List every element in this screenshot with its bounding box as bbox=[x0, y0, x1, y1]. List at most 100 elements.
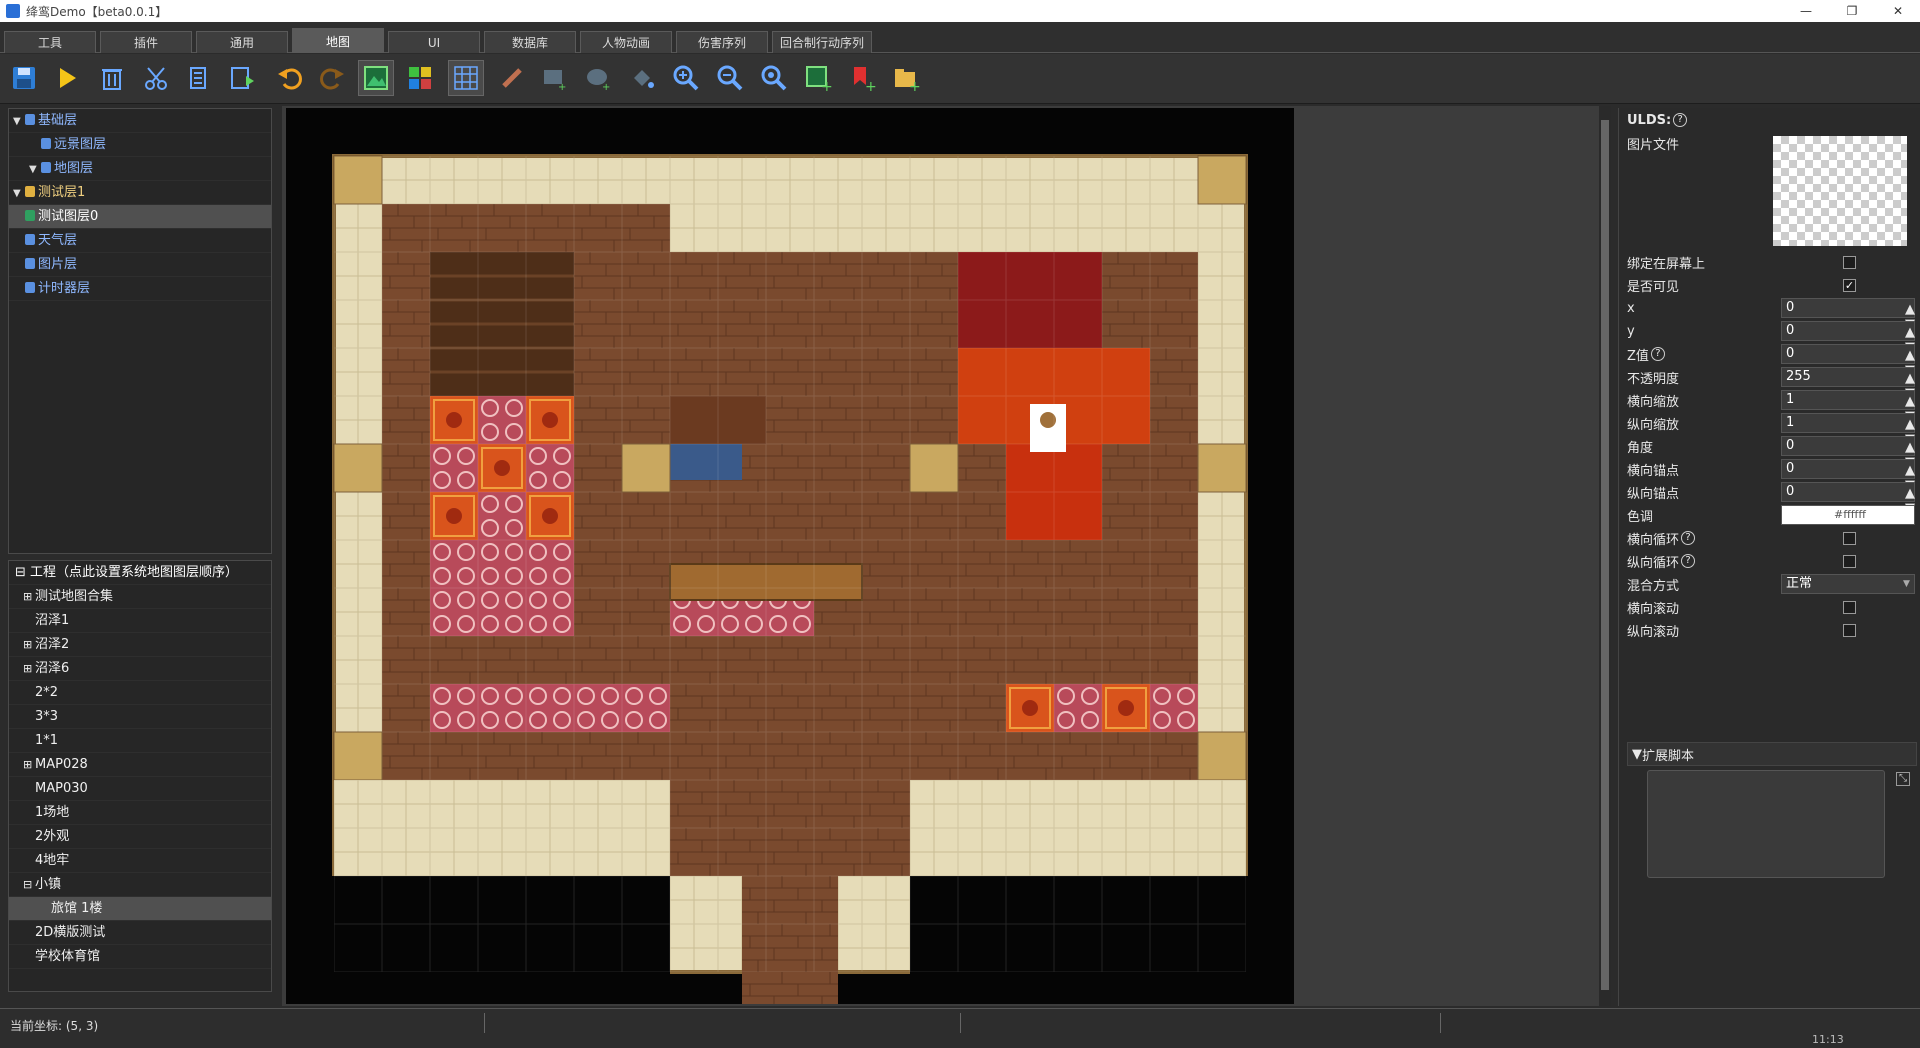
property-checkbox[interactable]: ✓ bbox=[1843, 278, 1856, 292]
zoom-out-icon[interactable] bbox=[712, 60, 748, 96]
tab-turn-sequence[interactable]: 回合制行动序列 bbox=[772, 31, 872, 53]
cut-icon[interactable] bbox=[138, 60, 174, 96]
project-item[interactable]: MAP030 bbox=[9, 777, 271, 801]
map-canvas[interactable] bbox=[286, 108, 1294, 1004]
open-folder-icon[interactable]: + bbox=[888, 60, 924, 96]
layer-item[interactable]: 图片层 bbox=[9, 253, 271, 277]
chevron-down-icon[interactable]: ▼ bbox=[1903, 579, 1910, 589]
expand-icon[interactable]: ⊞ bbox=[23, 753, 35, 777]
tab-tools[interactable]: 工具 bbox=[4, 31, 96, 53]
property-checkbox[interactable] bbox=[1843, 623, 1856, 637]
property-spinbox[interactable]: 1 bbox=[1781, 390, 1915, 410]
property-spinbox[interactable]: 0 bbox=[1781, 344, 1915, 364]
property-checkbox[interactable] bbox=[1843, 255, 1856, 269]
project-item[interactable]: 1*1 bbox=[9, 729, 271, 753]
expand-editor-icon[interactable]: ⤡ bbox=[1896, 772, 1910, 786]
property-spinbox[interactable]: 0 bbox=[1781, 298, 1915, 318]
project-label: MAP028 bbox=[35, 757, 88, 772]
project-label: 3*3 bbox=[35, 709, 59, 724]
tab-plugins[interactable]: 插件 bbox=[100, 31, 192, 53]
property-spinbox[interactable]: 255 bbox=[1781, 367, 1915, 387]
vertical-scrollbar[interactable] bbox=[1599, 106, 1611, 1006]
project-item[interactable]: 沼泽1 bbox=[9, 609, 271, 633]
project-item[interactable]: ⊞ 测试地图合集 bbox=[9, 585, 271, 609]
minimize-button[interactable]: — bbox=[1784, 0, 1828, 22]
help-icon[interactable]: ? bbox=[1650, 347, 1665, 361]
collapse-icon: ⊟ bbox=[15, 565, 31, 580]
save-icon[interactable] bbox=[6, 60, 42, 96]
ellipse-icon[interactable]: + bbox=[580, 60, 616, 96]
scrollbar-thumb[interactable] bbox=[1601, 120, 1609, 990]
project-item[interactable]: ⊞ 沼泽2 bbox=[9, 633, 271, 657]
add-event-icon[interactable]: + bbox=[844, 60, 880, 96]
help-icon[interactable]: ? bbox=[1673, 113, 1688, 127]
delete-icon[interactable] bbox=[94, 60, 130, 96]
redo-icon[interactable] bbox=[314, 60, 350, 96]
add-map-icon[interactable]: + bbox=[800, 60, 836, 96]
expand-icon[interactable]: ⊞ bbox=[23, 633, 35, 657]
project-item[interactable]: 1场地 bbox=[9, 801, 271, 825]
tab-database[interactable]: 数据库 bbox=[484, 31, 576, 53]
expand-icon[interactable]: ▼ bbox=[13, 182, 25, 206]
zoom-reset-icon[interactable] bbox=[756, 60, 792, 96]
property-spinbox[interactable]: 1 bbox=[1781, 413, 1915, 433]
tint-color-field[interactable]: #ffffff bbox=[1781, 505, 1915, 525]
fill-icon[interactable] bbox=[624, 60, 660, 96]
layer-item[interactable]: 远景图层 bbox=[9, 133, 271, 157]
script-editor[interactable] bbox=[1647, 770, 1885, 878]
project-item[interactable]: ⊞ MAP028 bbox=[9, 753, 271, 777]
layer-item[interactable]: ▼ 基础层 bbox=[9, 109, 271, 133]
region-icon[interactable] bbox=[402, 60, 438, 96]
play-icon[interactable] bbox=[48, 60, 84, 96]
property-row: 横向锚点0▲▼ bbox=[1627, 457, 1917, 493]
project-item[interactable]: 2外观 bbox=[9, 825, 271, 849]
project-item[interactable]: 旅馆 1楼 bbox=[9, 897, 271, 921]
image-file-preview[interactable] bbox=[1773, 136, 1907, 246]
project-label: 2外观 bbox=[35, 829, 70, 844]
layer-item[interactable]: ▼ 测试层1 bbox=[9, 181, 271, 205]
layer-item[interactable]: 测试图层0 bbox=[9, 205, 271, 229]
tab-damage-sequence[interactable]: 伤害序列 bbox=[676, 31, 768, 53]
extend-script-section[interactable]: ▼ 扩展脚本 bbox=[1627, 742, 1917, 766]
project-item[interactable]: 学校体育馆 bbox=[9, 945, 271, 969]
property-spinbox[interactable]: 0 bbox=[1781, 321, 1915, 341]
close-button[interactable]: ✕ bbox=[1876, 0, 1920, 22]
help-icon[interactable]: ? bbox=[1681, 531, 1696, 545]
tab-ui[interactable]: UI bbox=[388, 31, 480, 53]
tab-common[interactable]: 通用 bbox=[196, 31, 288, 53]
restore-button[interactable]: ❐ bbox=[1830, 0, 1874, 22]
zoom-in-icon[interactable] bbox=[668, 60, 704, 96]
project-item[interactable]: 3*3 bbox=[9, 705, 271, 729]
property-spinbox[interactable]: 0 bbox=[1781, 459, 1915, 479]
blend-mode-select[interactable]: 正常 bbox=[1781, 574, 1915, 594]
expand-icon[interactable]: ⊞ bbox=[23, 585, 35, 609]
layer-item[interactable]: 天气层 bbox=[9, 229, 271, 253]
layer-item[interactable]: 计时器层 bbox=[9, 277, 271, 301]
expand-icon[interactable]: ⊞ bbox=[23, 657, 35, 681]
tab-map[interactable]: 地图 bbox=[292, 28, 384, 53]
property-spinbox[interactable]: 0 bbox=[1781, 482, 1915, 502]
tab-character-animation[interactable]: 人物动画 bbox=[580, 31, 672, 53]
rect-icon[interactable]: + bbox=[536, 60, 572, 96]
project-item[interactable]: 2*2 bbox=[9, 681, 271, 705]
pencil-icon[interactable] bbox=[494, 60, 530, 96]
expand-icon[interactable]: ▼ bbox=[29, 158, 41, 182]
expand-icon[interactable]: ▼ bbox=[13, 110, 25, 134]
grid-icon[interactable] bbox=[448, 60, 484, 96]
project-item[interactable]: ⊟ 小镇 bbox=[9, 873, 271, 897]
project-item[interactable]: ⊞ 沼泽6 bbox=[9, 657, 271, 681]
property-spinbox[interactable]: 0 bbox=[1781, 436, 1915, 456]
project-item[interactable]: 4地牢 bbox=[9, 849, 271, 873]
layer-item[interactable]: ▼ 地图层 bbox=[9, 157, 271, 181]
undo-icon[interactable] bbox=[272, 60, 308, 96]
copy-icon[interactable] bbox=[180, 60, 216, 96]
property-checkbox[interactable] bbox=[1843, 554, 1856, 568]
project-item[interactable]: 2D横版测试 bbox=[9, 921, 271, 945]
expand-icon[interactable]: ⊟ bbox=[23, 873, 35, 897]
project-header[interactable]: ⊟ 工程（点此设置系统地图图层顺序） bbox=[9, 561, 271, 585]
property-checkbox[interactable] bbox=[1843, 600, 1856, 614]
help-icon[interactable]: ? bbox=[1681, 554, 1696, 568]
map-view-icon[interactable] bbox=[358, 60, 394, 96]
paste-icon[interactable] bbox=[224, 60, 260, 96]
property-checkbox[interactable] bbox=[1843, 531, 1856, 545]
